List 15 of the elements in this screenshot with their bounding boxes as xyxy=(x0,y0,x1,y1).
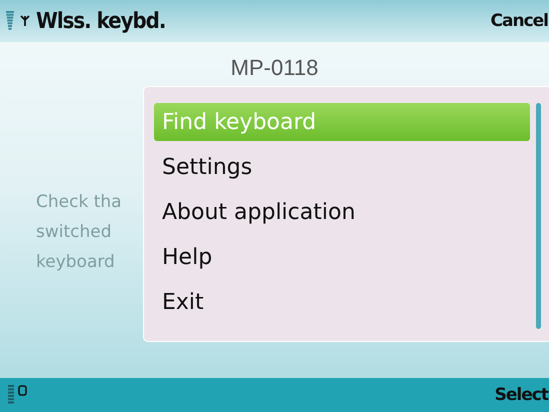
body-text-line: switched xyxy=(36,221,113,244)
antenna-icon xyxy=(20,15,30,27)
signal-strength-icon xyxy=(6,11,14,31)
body-text-line: Check tha xyxy=(36,191,123,214)
device-name: MP-0118 xyxy=(230,54,320,82)
menu-item[interactable]: Help xyxy=(154,238,530,276)
battery-icon xyxy=(8,385,14,405)
app-title: Wlss. keybd. xyxy=(36,8,166,34)
cancel-softkey[interactable]: Cancel xyxy=(490,11,549,31)
menu-item[interactable]: About application xyxy=(154,193,530,231)
menu-item[interactable]: Exit xyxy=(154,283,530,321)
menu-item[interactable]: Settings xyxy=(154,148,530,186)
body-text-line: keyboard xyxy=(36,251,116,274)
scrollbar[interactable] xyxy=(536,103,541,329)
select-softkey[interactable]: Select xyxy=(494,385,549,405)
